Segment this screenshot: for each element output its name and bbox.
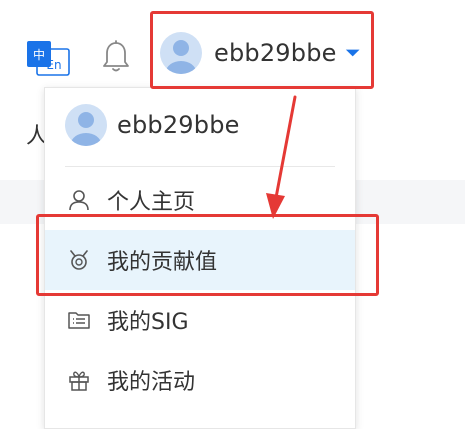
user-menu-trigger[interactable]: ebb29bbe (160, 28, 360, 78)
caret-down-icon[interactable] (345, 47, 360, 59)
svg-text:中: 中 (33, 47, 45, 62)
menu-item-label: 我的SIG (107, 310, 189, 335)
menu-item-my-activities[interactable]: 我的活动 (45, 350, 355, 410)
bell-icon[interactable] (101, 40, 131, 74)
language-switch-icon[interactable]: En 中 (27, 41, 71, 77)
dropdown-user-header: ebb29bbe (65, 104, 240, 146)
menu-item-label: 个人主页 (107, 190, 196, 215)
user-icon (69, 190, 89, 211)
avatar-person-icon (71, 112, 101, 146)
avatar (160, 32, 202, 74)
dropdown-username: ebb29bbe (117, 111, 240, 139)
contribution-icon (70, 250, 88, 270)
avatar (65, 104, 107, 146)
menu-item-label: 我的贡献值 (107, 250, 218, 275)
dropdown-divider (65, 166, 335, 167)
user-dropdown-menu: ebb29bbe 个人主页 我的贡献值 我的SIG 我的活动 (44, 87, 356, 429)
header-username: ebb29bbe (214, 39, 337, 67)
menu-item-label: 我的活动 (107, 370, 196, 395)
menu-item-contribution[interactable]: 我的贡献值 (45, 230, 355, 290)
avatar-person-icon (166, 40, 196, 74)
sig-list-icon (68, 312, 90, 329)
menu-item-profile[interactable]: 个人主页 (45, 170, 355, 230)
menu-item-my-sig[interactable]: 我的SIG (45, 290, 355, 350)
gift-icon (69, 371, 89, 391)
